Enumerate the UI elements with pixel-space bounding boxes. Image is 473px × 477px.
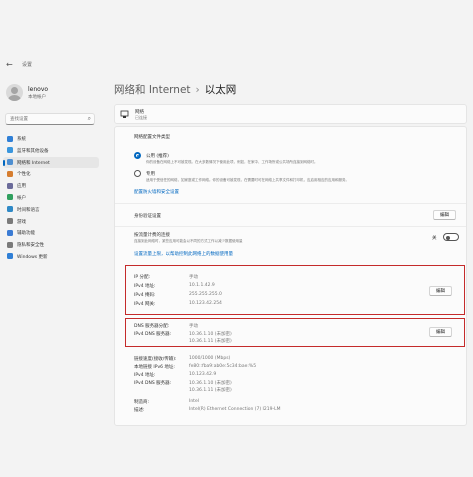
metered-label: 按流量计费的连接 bbox=[134, 233, 170, 238]
description-value: Intel(R) Ethernet Connection (7) I219-LM bbox=[189, 407, 281, 412]
sidebar-item-privacy[interactable]: 隐私和安全性 bbox=[3, 239, 99, 251]
auth-edit-button[interactable]: 编辑 bbox=[433, 210, 456, 220]
ipv6-label: 本地链接 IPv6 地址: bbox=[134, 365, 175, 370]
divider bbox=[115, 226, 466, 227]
dns-info-value-1: 10.36.1.10 (未加密) bbox=[189, 381, 232, 386]
settings-window: ← 设置 lenovo 本地帐户 ⌕ 系统 蓝牙和其他设备 网络和 Intern… bbox=[0, 0, 473, 477]
breadcrumb-parent[interactable]: 网络和 Internet bbox=[114, 84, 191, 96]
sidebar-item-time-language[interactable]: 时间和语言 bbox=[3, 204, 99, 216]
bluetooth-icon bbox=[7, 147, 13, 154]
search-input[interactable] bbox=[10, 115, 80, 123]
ip-highlight-box bbox=[125, 265, 465, 315]
accessibility-icon bbox=[7, 229, 13, 236]
private-description: 适用于受信任的网络，如家庭或工作网络。你的设备可被发现，在需要时可在网络上共享文… bbox=[146, 178, 349, 182]
radio-public[interactable] bbox=[134, 152, 141, 159]
link-speed-label: 链接速度(接收/传输): bbox=[134, 357, 177, 362]
manufacturer-value: Intel bbox=[189, 399, 199, 404]
sidebar-item-label: 蓝牙和其他设备 bbox=[17, 148, 49, 154]
user-profile[interactable]: lenovo 本地帐户 bbox=[6, 84, 106, 108]
sidebar-item-label: 游戏 bbox=[17, 219, 26, 225]
user-name: lenovo bbox=[28, 86, 49, 93]
metered-toggle[interactable] bbox=[443, 233, 459, 241]
sidebar-item-accessibility[interactable]: 辅助功能 bbox=[3, 227, 99, 239]
dns-info-value-2: 10.36.1.11 (未加密) bbox=[189, 388, 232, 393]
sidebar-item-gaming[interactable]: 游戏 bbox=[3, 216, 99, 228]
sidebar-item-label: 辅助功能 bbox=[17, 231, 35, 237]
sidebar-item-apps[interactable]: 应用 bbox=[3, 180, 99, 192]
data-limit-link[interactable]: 设置流量上限，以帮助控制此网络上的数据使用量 bbox=[134, 251, 233, 257]
system-icon bbox=[7, 135, 13, 142]
sidebar-item-label: 应用 bbox=[17, 184, 26, 190]
breadcrumb: 网络和 Internet › 以太网 bbox=[114, 82, 236, 97]
gamepad-icon bbox=[7, 218, 13, 225]
network-header-card[interactable]: 网络 已连接 bbox=[114, 104, 467, 124]
ipv4-info-value: 10.123.42.9 bbox=[189, 372, 217, 377]
sidebar-item-bluetooth[interactable]: 蓝牙和其他设备 bbox=[3, 145, 99, 157]
dns-highlight-box bbox=[125, 318, 465, 347]
brush-icon bbox=[7, 170, 13, 177]
ethernet-icon bbox=[120, 110, 129, 118]
sidebar-item-label: Windows 更新 bbox=[17, 254, 48, 260]
network-status: 已连接 bbox=[135, 115, 147, 120]
sidebar-item-windows-update[interactable]: Windows 更新 bbox=[3, 251, 99, 263]
chevron-right-icon: › bbox=[195, 84, 200, 96]
network-icon bbox=[7, 159, 13, 166]
sidebar-item-accounts[interactable]: 帐户 bbox=[3, 192, 99, 204]
avatar bbox=[6, 84, 23, 101]
page-title: 以太网 bbox=[204, 84, 237, 96]
dns-info-label: IPv4 DNS 服务器: bbox=[134, 381, 172, 386]
sidebar-item-system[interactable]: 系统 bbox=[3, 133, 99, 145]
shield-icon bbox=[7, 241, 13, 248]
public-label: 公用 (推荐) bbox=[146, 154, 169, 159]
globe-clock-icon bbox=[7, 206, 13, 213]
sidebar-item-label: 时间和语言 bbox=[17, 207, 40, 213]
update-icon bbox=[7, 253, 13, 260]
link-speed-value: 1000/1000 (Mbps) bbox=[189, 356, 231, 361]
account-type: 本地帐户 bbox=[28, 95, 46, 100]
description-label: 描述: bbox=[134, 408, 145, 413]
title-bar: ← 设置 bbox=[0, 60, 473, 76]
sidebar-nav: 系统 蓝牙和其他设备 网络和 Internet 个性化 应用 帐户 时间和语言 … bbox=[3, 133, 99, 263]
firewall-link[interactable]: 配置防火墙和安全设置 bbox=[134, 189, 179, 195]
metered-description: 连接到此网络时，某些应用可能会以不同的方式工作以减少数据使用量 bbox=[134, 239, 243, 243]
sidebar-item-personalization[interactable]: 个性化 bbox=[3, 168, 99, 180]
private-label: 专用 bbox=[146, 172, 155, 177]
search-icon: ⌕ bbox=[87, 115, 91, 122]
sidebar-item-network[interactable]: 网络和 Internet bbox=[3, 156, 99, 169]
sidebar-item-label: 个性化 bbox=[17, 172, 31, 178]
divider bbox=[115, 203, 466, 204]
sidebar-item-label: 系统 bbox=[17, 137, 26, 142]
ipv4-info-label: IPv4 地址: bbox=[134, 373, 156, 378]
sidebar-item-label: 网络和 Internet bbox=[17, 160, 50, 166]
person-icon bbox=[7, 194, 13, 201]
sidebar-item-label: 帐户 bbox=[17, 195, 26, 201]
manufacturer-label: 制造商: bbox=[134, 400, 150, 405]
auth-settings-label: 身份验证设置 bbox=[134, 214, 161, 219]
ipv6-value: fe80::fba9:ab0e:5c34:bae:%5 bbox=[189, 364, 257, 369]
back-arrow-icon: ← bbox=[6, 60, 13, 69]
metered-state: 关 bbox=[432, 236, 437, 241]
sidebar-item-label: 隐私和安全性 bbox=[17, 243, 44, 249]
apps-icon bbox=[7, 182, 13, 189]
profile-type-label: 网络配置文件类型 bbox=[134, 135, 170, 140]
back-button[interactable]: ← bbox=[6, 60, 17, 69]
radio-private[interactable] bbox=[134, 170, 141, 177]
public-description: 你的设备在网络上不可被发现。在大多数情况下使用此项，例如，在家中、工作场所或公共… bbox=[146, 160, 318, 164]
search-box[interactable]: ⌕ bbox=[5, 113, 95, 125]
app-title: 设置 bbox=[22, 62, 33, 68]
